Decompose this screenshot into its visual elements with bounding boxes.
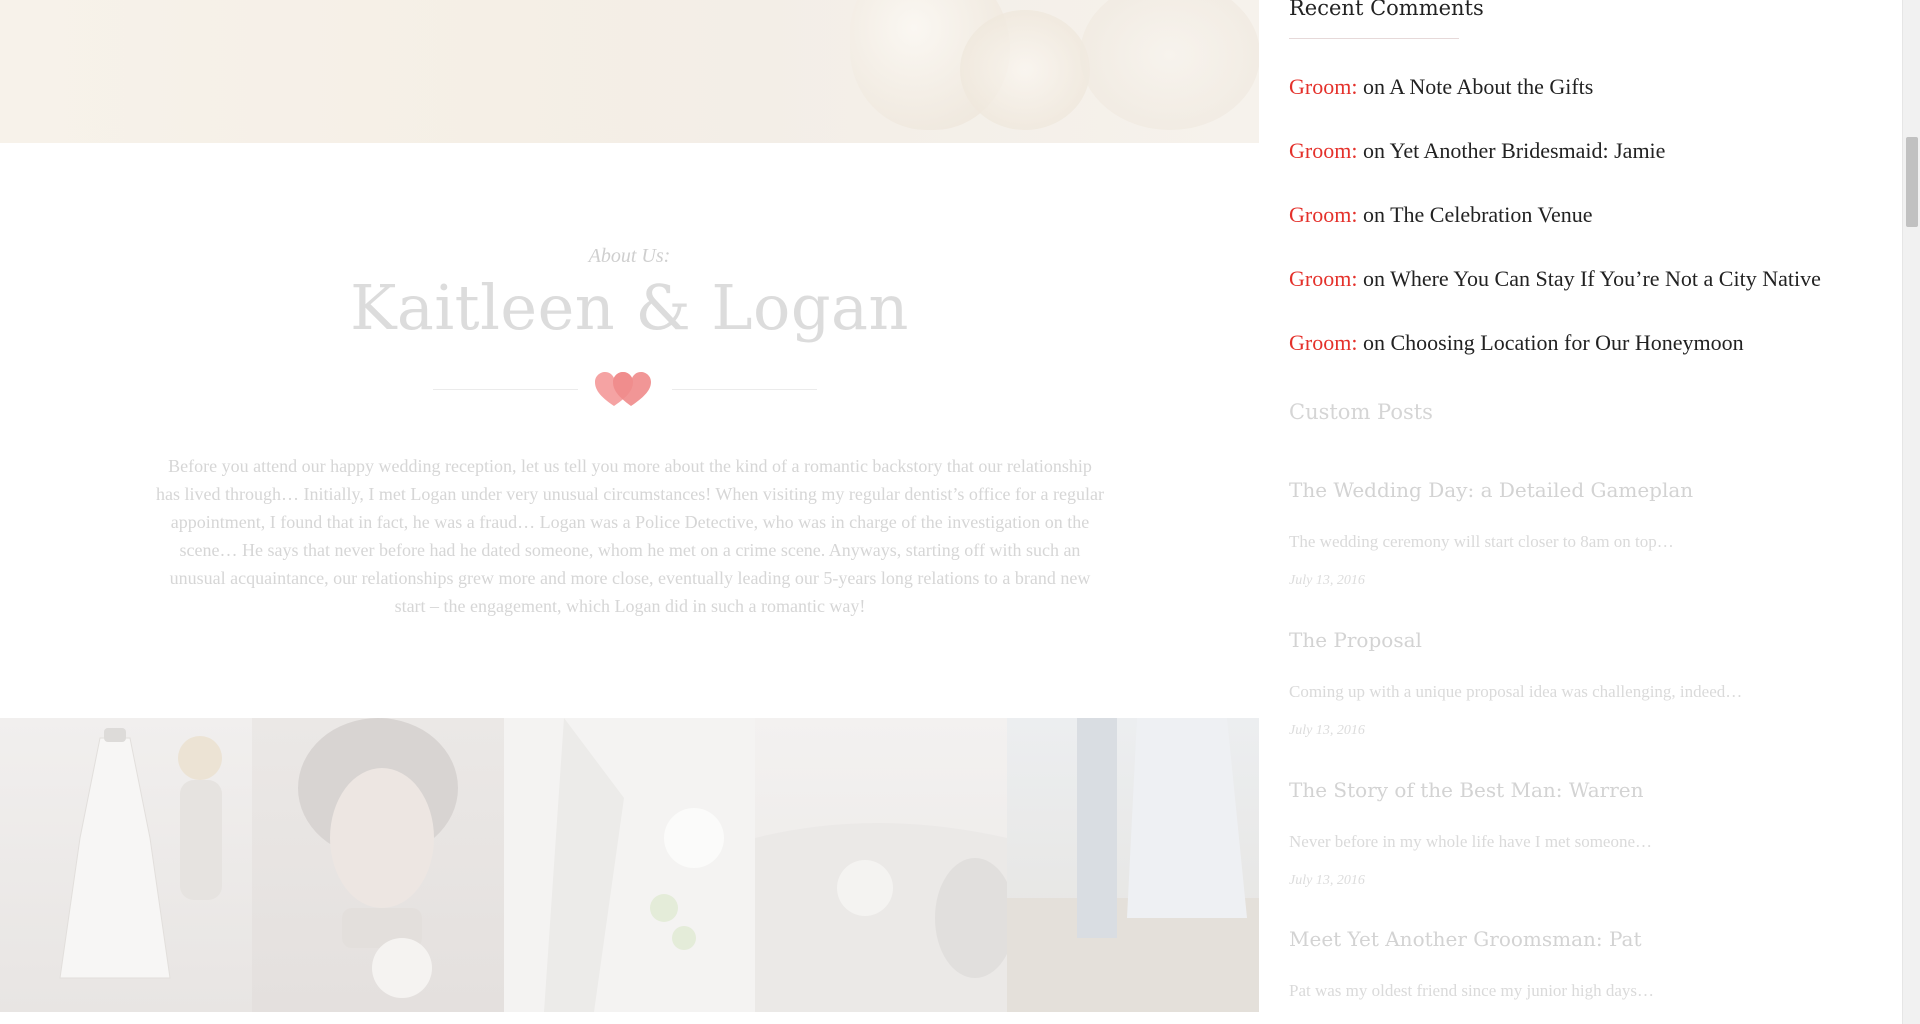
recent-comments-underline [1289, 38, 1459, 39]
about-kicker: About Us: [588, 245, 671, 267]
recent-comments-title: Recent Comments [1289, 0, 1484, 20]
recent-comment-item: Groom: on Yet Another Bridesmaid: Jamie [1289, 138, 1665, 164]
gallery-photo-boutonniere[interactable] [503, 718, 756, 1012]
recent-comment-item: Groom: on A Note About the Gifts [1289, 74, 1593, 100]
comment-author-link[interactable]: Groom: [1289, 330, 1357, 355]
comment-on-text: on [1362, 74, 1385, 99]
car-illustration [755, 823, 1008, 1012]
recent-comment-item: Groom: on Where You Can Stay If You’re N… [1289, 266, 1821, 292]
custom-post-date: July 13, 2016 [1289, 873, 1365, 888]
portrait-illustration [297, 718, 458, 998]
about-body: Before you attend our happy wedding rece… [156, 456, 1104, 616]
gallery-photo-couple-walking[interactable] [1007, 718, 1259, 1012]
custom-post-title-link[interactable]: The Story of the Best Man: Warren [1289, 778, 1643, 802]
hero-image [0, 0, 1259, 143]
vertical-scrollbar[interactable] [1902, 0, 1920, 1024]
gallery-photo-bride-portrait[interactable] [251, 718, 504, 1012]
comment-on-text: on [1362, 266, 1385, 291]
comment-post-link[interactable]: A Note About the Gifts [1389, 74, 1593, 99]
custom-post-date: July 13, 2016 [1289, 723, 1365, 738]
custom-post-excerpt: Never before in my whole life have I met… [1289, 832, 1653, 851]
comment-author-link[interactable]: Groom: [1289, 138, 1357, 163]
sidebar: Recent Comments Groom: on A Note About t… [1259, 0, 1902, 1024]
custom-post-title-link[interactable]: The Wedding Day: a Detailed Gameplan [1289, 478, 1693, 502]
comment-author-link[interactable]: Groom: [1289, 266, 1357, 291]
custom-post-excerpt: The wedding ceremony will start closer t… [1289, 532, 1674, 551]
comment-post-link[interactable]: Yet Another Bridesmaid: Jamie [1390, 138, 1666, 163]
comment-author-link[interactable]: Groom: [1289, 74, 1357, 99]
about-section: About Us: Kaitleen & Logan Before you at… [0, 143, 1259, 718]
divider-line-left [433, 389, 578, 390]
couple-illustration [1007, 718, 1259, 1012]
hearts-icon [595, 372, 651, 406]
comment-on-text: on [1362, 202, 1385, 227]
hero-flower-petal [960, 10, 1090, 130]
heart-divider [433, 370, 817, 410]
comment-author-link[interactable]: Groom: [1289, 202, 1357, 227]
hero-flower-petal [1080, 0, 1259, 130]
custom-post-excerpt: Coming up with a unique proposal idea wa… [1289, 682, 1743, 701]
custom-post-date: July 13, 2016 [1289, 573, 1365, 588]
photo-gallery [0, 718, 1259, 1012]
comment-post-link[interactable]: The Celebration Venue [1390, 202, 1592, 227]
boutonniere-illustration [503, 718, 756, 1012]
comment-on-text: on [1362, 138, 1385, 163]
comment-on-text: on [1362, 330, 1385, 355]
custom-post-title-link[interactable]: The Proposal [1289, 628, 1422, 652]
recent-comment-item: Groom: on The Celebration Venue [1289, 202, 1592, 228]
custom-post-excerpt: Pat was my oldest friend since my junior… [1289, 981, 1654, 1000]
page: About Us: Kaitleen & Logan Before you at… [0, 0, 1920, 1024]
gallery-photo-car[interactable] [755, 718, 1008, 1012]
scrollbar-thumb[interactable] [1906, 137, 1918, 227]
gallery-photo-dress[interactable] [0, 718, 252, 1012]
custom-posts-title: Custom Posts [1289, 400, 1433, 424]
recent-comment-item: Groom: on Choosing Location for Our Hone… [1289, 330, 1744, 356]
custom-post-title-link[interactable]: Meet Yet Another Groomsman: Pat [1289, 927, 1642, 951]
comment-post-link[interactable]: Where You Can Stay If You’re Not a City … [1390, 266, 1821, 291]
main-content: About Us: Kaitleen & Logan Before you at… [0, 0, 1259, 1024]
dress-illustration [59, 728, 222, 979]
divider-line-right [672, 389, 817, 390]
about-title: Kaitleen & Logan [350, 271, 909, 344]
comment-post-link[interactable]: Choosing Location for Our Honeymoon [1390, 330, 1743, 355]
